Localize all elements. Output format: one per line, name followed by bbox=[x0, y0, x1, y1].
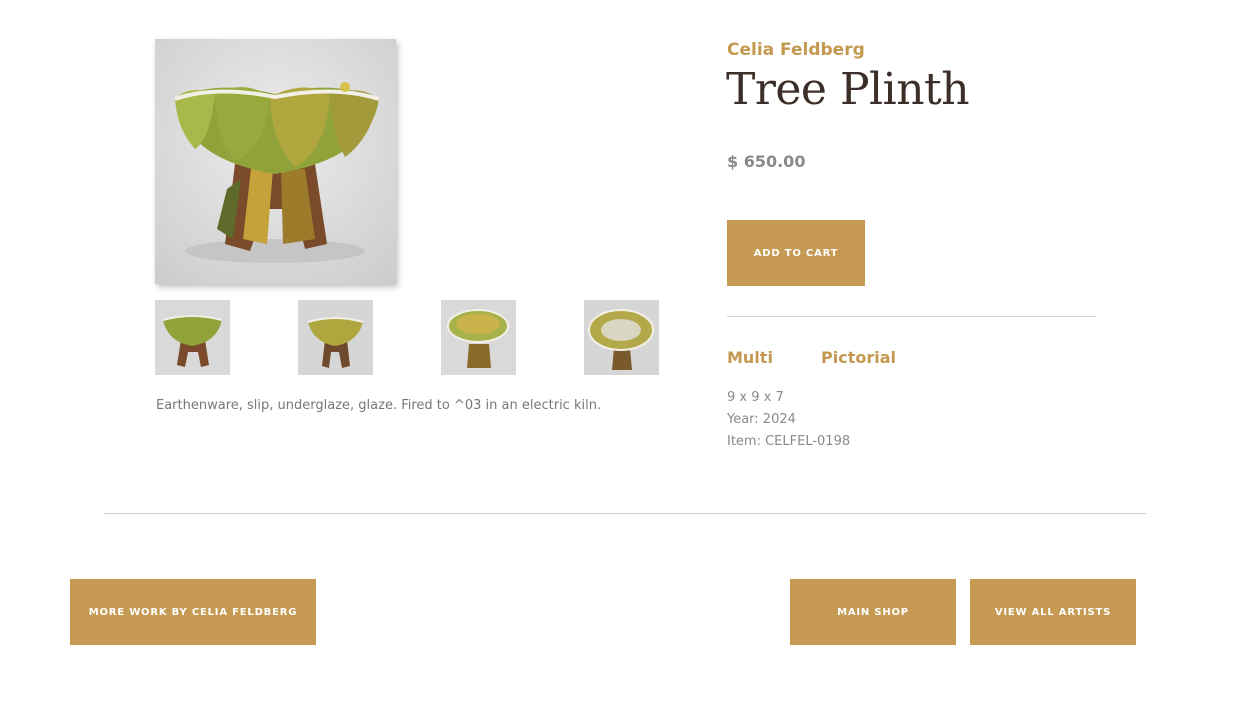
thumbnail-3[interactable] bbox=[441, 300, 516, 375]
product-photo bbox=[155, 39, 396, 284]
thumbnail-image bbox=[441, 300, 516, 375]
thumbnail-image bbox=[298, 300, 373, 375]
thumbnail-image bbox=[155, 300, 230, 375]
footer-divider bbox=[104, 513, 1146, 514]
product-title: Tree Plinth bbox=[726, 64, 970, 115]
artist-link[interactable]: Celia Feldberg bbox=[727, 40, 865, 60]
tag-multi[interactable]: Multi bbox=[727, 348, 773, 367]
product-item-number: Item: CELFEL-0198 bbox=[727, 434, 851, 449]
thumbnail-1[interactable] bbox=[155, 300, 230, 375]
divider bbox=[727, 316, 1096, 317]
product-price: $ 650.00 bbox=[727, 152, 806, 171]
more-work-button[interactable]: MORE WORK BY CELIA FELDBERG bbox=[70, 579, 316, 645]
add-to-cart-button[interactable]: ADD TO CART bbox=[727, 220, 865, 286]
thumbnail-image bbox=[584, 300, 659, 375]
main-shop-button[interactable]: MAIN SHOP bbox=[790, 579, 956, 645]
thumbnail-4[interactable] bbox=[584, 300, 659, 375]
product-year: Year: 2024 bbox=[727, 412, 796, 427]
view-all-artists-button[interactable]: VIEW ALL ARTISTS bbox=[970, 579, 1136, 645]
thumbnail-2[interactable] bbox=[298, 300, 373, 375]
product-main-image[interactable] bbox=[155, 39, 396, 284]
tag-pictorial[interactable]: Pictorial bbox=[821, 348, 896, 367]
product-description: Earthenware, slip, underglaze, glaze. Fi… bbox=[156, 398, 602, 413]
product-dimensions: 9 x 9 x 7 bbox=[727, 390, 784, 405]
